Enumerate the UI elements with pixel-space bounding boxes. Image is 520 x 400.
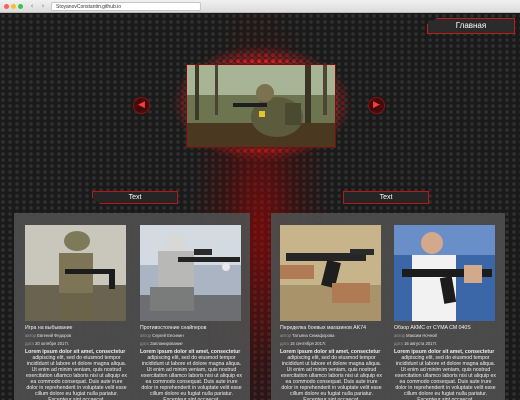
soldier-image [187,65,335,147]
articles-panel-left: Игра на выбывание автор Евгений Федоров … [14,213,250,400]
minimize-window-icon[interactable] [11,3,16,9]
article-date: дата 15 сентября 2017г. [280,341,383,347]
date-value: 15 сентября 2017г. [290,341,327,346]
article-card[interactable]: Игра на выбывание автор Евгений Федоров … [25,225,128,400]
man-with-rifle-image [394,225,495,321]
home-button[interactable]: Главная [427,18,515,34]
article-author: автор Максим Ночной [394,333,497,339]
article-card[interactable]: Переделка боевых магазинов AK74 автор Та… [280,225,383,400]
date-label: дата [280,341,289,346]
date-label: дата [140,341,149,346]
article-excerpt: adipiscing elit, sed do eiusmod tempor i… [26,355,127,400]
sniper-image [140,225,241,321]
author-name: Татьяна Семафорова [292,333,335,338]
article-image[interactable] [280,225,381,321]
article-title[interactable]: Противостояние снайперов [140,325,243,331]
arrow-right-icon: ▶ [373,100,380,110]
article-author: автор Татьяна Семафорова [280,333,383,339]
date-label: дата [394,341,403,346]
article-image[interactable] [25,225,126,321]
date-value: 20 октября 2017г. [35,341,69,346]
article-title[interactable]: Обзор АКМС от CYMA CM 040S [394,325,497,331]
date-label: дата [25,341,34,346]
maximize-window-icon[interactable] [18,3,23,9]
article-date: дата Запланирование [140,341,243,347]
author-label: автор [140,333,151,338]
slider-prev-button[interactable]: ◀ [133,97,150,114]
author-name: Сергей Еесинин [152,333,184,338]
article-title[interactable]: Игра на выбывание [25,325,128,331]
date-value: 16 августа 2017г. [404,341,437,346]
author-label: автор [394,333,405,338]
forward-icon[interactable]: › [39,2,47,10]
close-window-icon[interactable] [4,3,9,9]
rifle-image [280,225,381,321]
slider-next-button[interactable]: ▶ [368,97,385,114]
page: Главная ◀ ▶ Text Text Игра на выбывание … [0,13,520,400]
article-date: дата 20 октября 2017г. [25,341,128,347]
article-date: дата 16 августа 2017г. [394,341,497,347]
address-bar[interactable]: StoyanovConstantin.github.io [51,1,201,11]
soldier-image [25,225,126,321]
article-image[interactable] [140,225,241,321]
article-excerpt: adipiscing elit, sed do eiusmod tempor i… [141,355,242,400]
article-card[interactable]: Противостояние снайперов автор Сергей Ее… [140,225,243,400]
article-excerpt: adipiscing elit, sed do eiusmod tempor i… [395,355,496,400]
back-icon[interactable]: ‹ [28,2,36,10]
article-card[interactable]: Обзор АКМС от CYMA CM 040S автор Максим … [394,225,497,400]
articles-panel-right: Переделка боевых магазинов AK74 автор Та… [271,213,505,400]
author-name: Евгений Федоров [37,333,72,338]
article-author: автор Евгений Федоров [25,333,128,339]
arrow-left-icon: ◀ [138,100,145,110]
date-value: Запланирование [150,341,183,346]
article-image[interactable] [394,225,495,321]
author-label: автор [25,333,36,338]
author-label: автор [280,333,291,338]
section-tab-left[interactable]: Text [92,191,178,204]
author-name: Максим Ночной [406,333,437,338]
section-tab-right[interactable]: Text [343,191,429,204]
article-title[interactable]: Переделка боевых магазинов AK74 [280,325,383,331]
article-author: автор Сергей Еесинин [140,333,243,339]
browser-toolbar: ‹ › StoyanovConstantin.github.io [0,0,520,13]
article-excerpt: adipiscing elit, sed do eiusmod tempor i… [281,355,382,400]
hero-slide-image [186,64,336,148]
